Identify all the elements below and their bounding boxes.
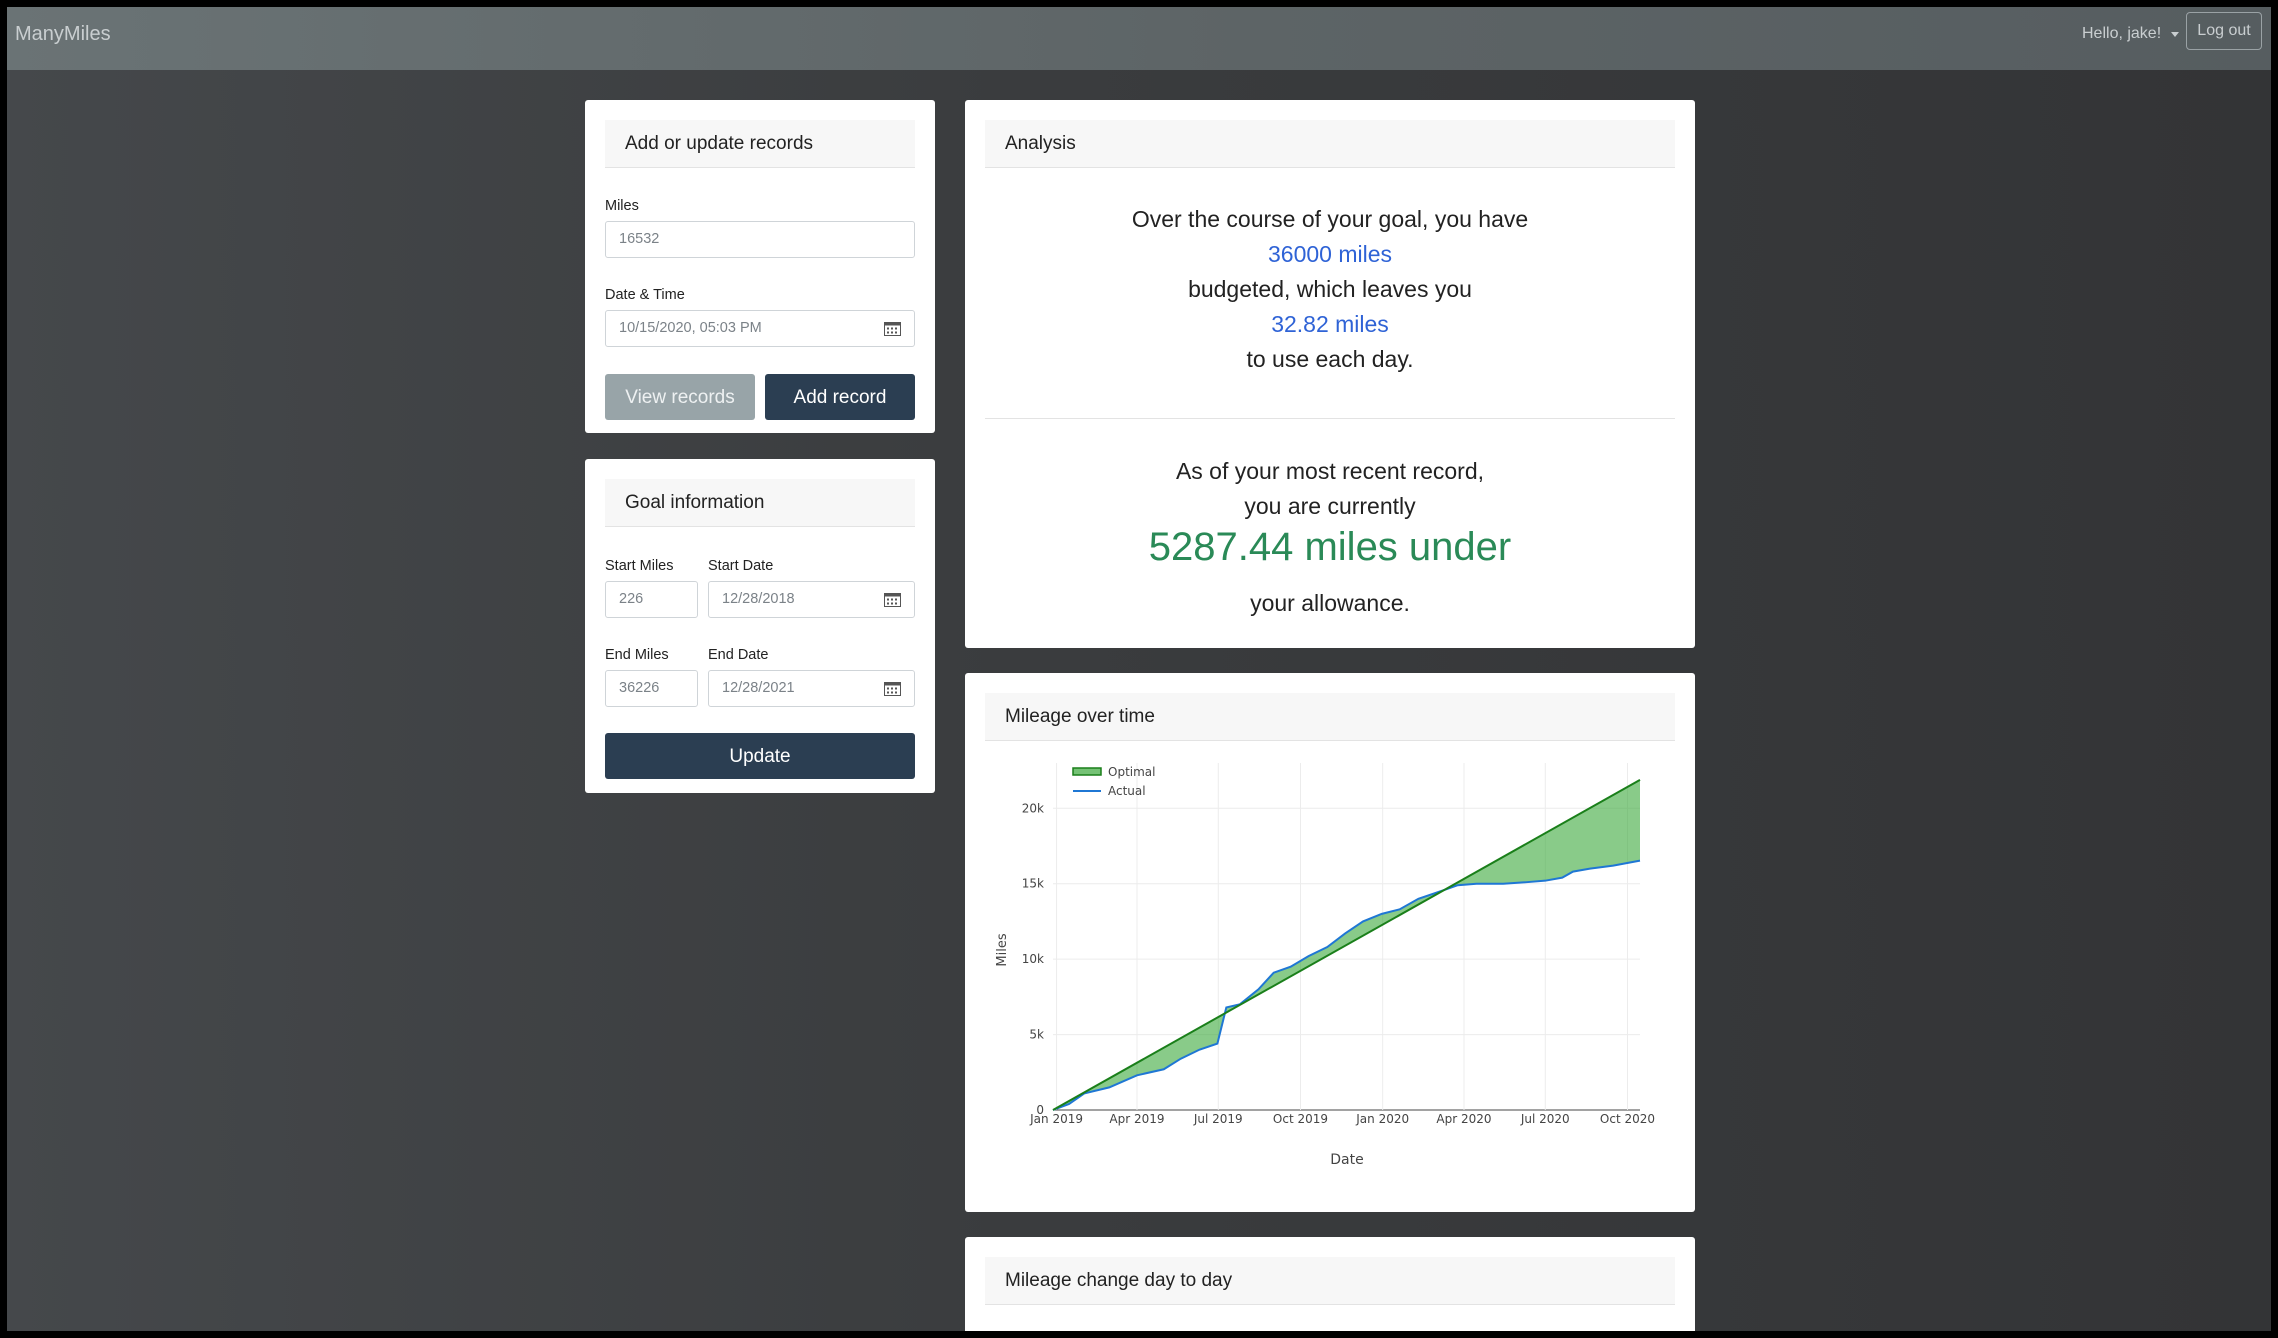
calendar-icon[interactable] [884,592,901,607]
goal-card: Goal information Start Miles Start Date … [585,459,935,793]
end-date-label: End Date [708,647,769,663]
datetime-input[interactable]: 10/15/2020, 05:03 PM [605,310,915,347]
x-axis-label: Date [1330,1152,1363,1168]
x-tick-label: Jan 2020 [1355,1112,1409,1126]
x-tick-label: Oct 2019 [1273,1112,1328,1126]
x-tick-label: Jul 2020 [1520,1112,1570,1126]
legend-label: Optimal [1108,765,1155,779]
x-tick-label: Apr 2019 [1109,1112,1164,1126]
analysis-line-1: Over the course of your goal, you have [1131,206,1529,232]
analysis-line-4: As of your most recent record, [1175,458,1485,484]
chart-legend: Optimal Actual [1072,765,1155,798]
end-miles-input[interactable]: 36226 [605,670,698,707]
calendar-icon[interactable] [884,321,901,336]
goal-card-title: Goal information [605,479,915,527]
end-miles-label: End Miles [605,647,669,663]
datetime-value: 10/15/2020, 05:03 PM [619,320,762,336]
daily-change-card: Mileage change day to day [965,1237,1695,1331]
legend-item-optimal: Optimal [1072,765,1155,779]
x-tick-label: Jul 2019 [1193,1112,1243,1126]
add-record-button[interactable]: Add record [765,374,915,420]
logout-button[interactable]: Log out [2186,12,2262,50]
y-tick-label: 0 [1036,1103,1044,1117]
chevron-down-icon [2171,31,2180,37]
y-tick-label: 10k [1022,952,1044,966]
end-date-value: 12/28/2021 [722,680,795,696]
y-tick-label: 20k [1022,801,1044,815]
records-card: Add or update records Miles 16532 Date &… [585,100,935,433]
legend-label: Actual [1108,784,1146,798]
analysis-line-2: budgeted, which leaves you [1188,276,1472,302]
start-miles-input[interactable]: 226 [605,581,698,618]
calendar-icon[interactable] [884,681,901,696]
x-tick-label: Oct 2020 [1600,1112,1655,1126]
analysis-line-3: to use each day. [1246,346,1414,372]
start-date-value: 12/28/2018 [722,591,795,607]
brand-logo[interactable]: ManyMiles [15,23,111,46]
mileage-chart[interactable]: Jan 2019 Apr 2019 Jul 2019 Oct 2019 Jan 2020… [965,748,1695,1208]
x-tick-label: Apr 2020 [1436,1112,1491,1126]
analysis-divider [985,418,1675,419]
analysis-card: Analysis Over the course of your goal, y… [965,100,1695,648]
analysis-line-6: your allowance. [1250,590,1410,616]
analysis-line-5: you are currently [1244,493,1416,519]
start-miles-label: Start Miles [605,558,674,574]
budget-value: 36000 miles [1267,241,1393,267]
start-date-label: Start Date [708,558,774,574]
user-menu-dropdown[interactable]: Hello, jake! [2082,25,2180,43]
navbar: ManyMiles Hello, jake! Log out [7,7,2271,70]
status-value: 5287.44 miles under [1148,525,1512,569]
update-button[interactable]: Update [605,733,915,779]
records-card-title: Add or update records [605,120,915,168]
miles-label: Miles [605,198,639,214]
app-frame: ManyMiles Hello, jake! Log out Add or up… [7,7,2271,1331]
analysis-card-title: Analysis [985,120,1675,168]
y-tick-label: 5k [1029,1028,1044,1042]
view-records-button[interactable]: View records [605,374,755,420]
y-axis-label: Miles [995,933,1010,966]
series-optimal-line [1052,779,1641,1111]
mileage-chart-title: Mileage over time [985,693,1675,741]
datetime-label: Date & Time [605,287,685,303]
miles-input[interactable]: 16532 [605,221,915,258]
end-date-input[interactable]: 12/28/2021 [708,670,915,707]
daily-change-title: Mileage change day to day [985,1257,1675,1305]
daily-allowance-value: 32.82 miles [1271,311,1389,337]
user-greeting: Hello, jake! [2082,25,2162,42]
legend-swatch [1072,767,1102,776]
legend-item-actual: Actual [1073,784,1146,798]
start-date-input[interactable]: 12/28/2018 [708,581,915,618]
mileage-chart-card: Mileage over time Jan 2019 Apr 2019 Jul 20… [965,673,1695,1212]
y-tick-label: 15k [1022,877,1044,891]
